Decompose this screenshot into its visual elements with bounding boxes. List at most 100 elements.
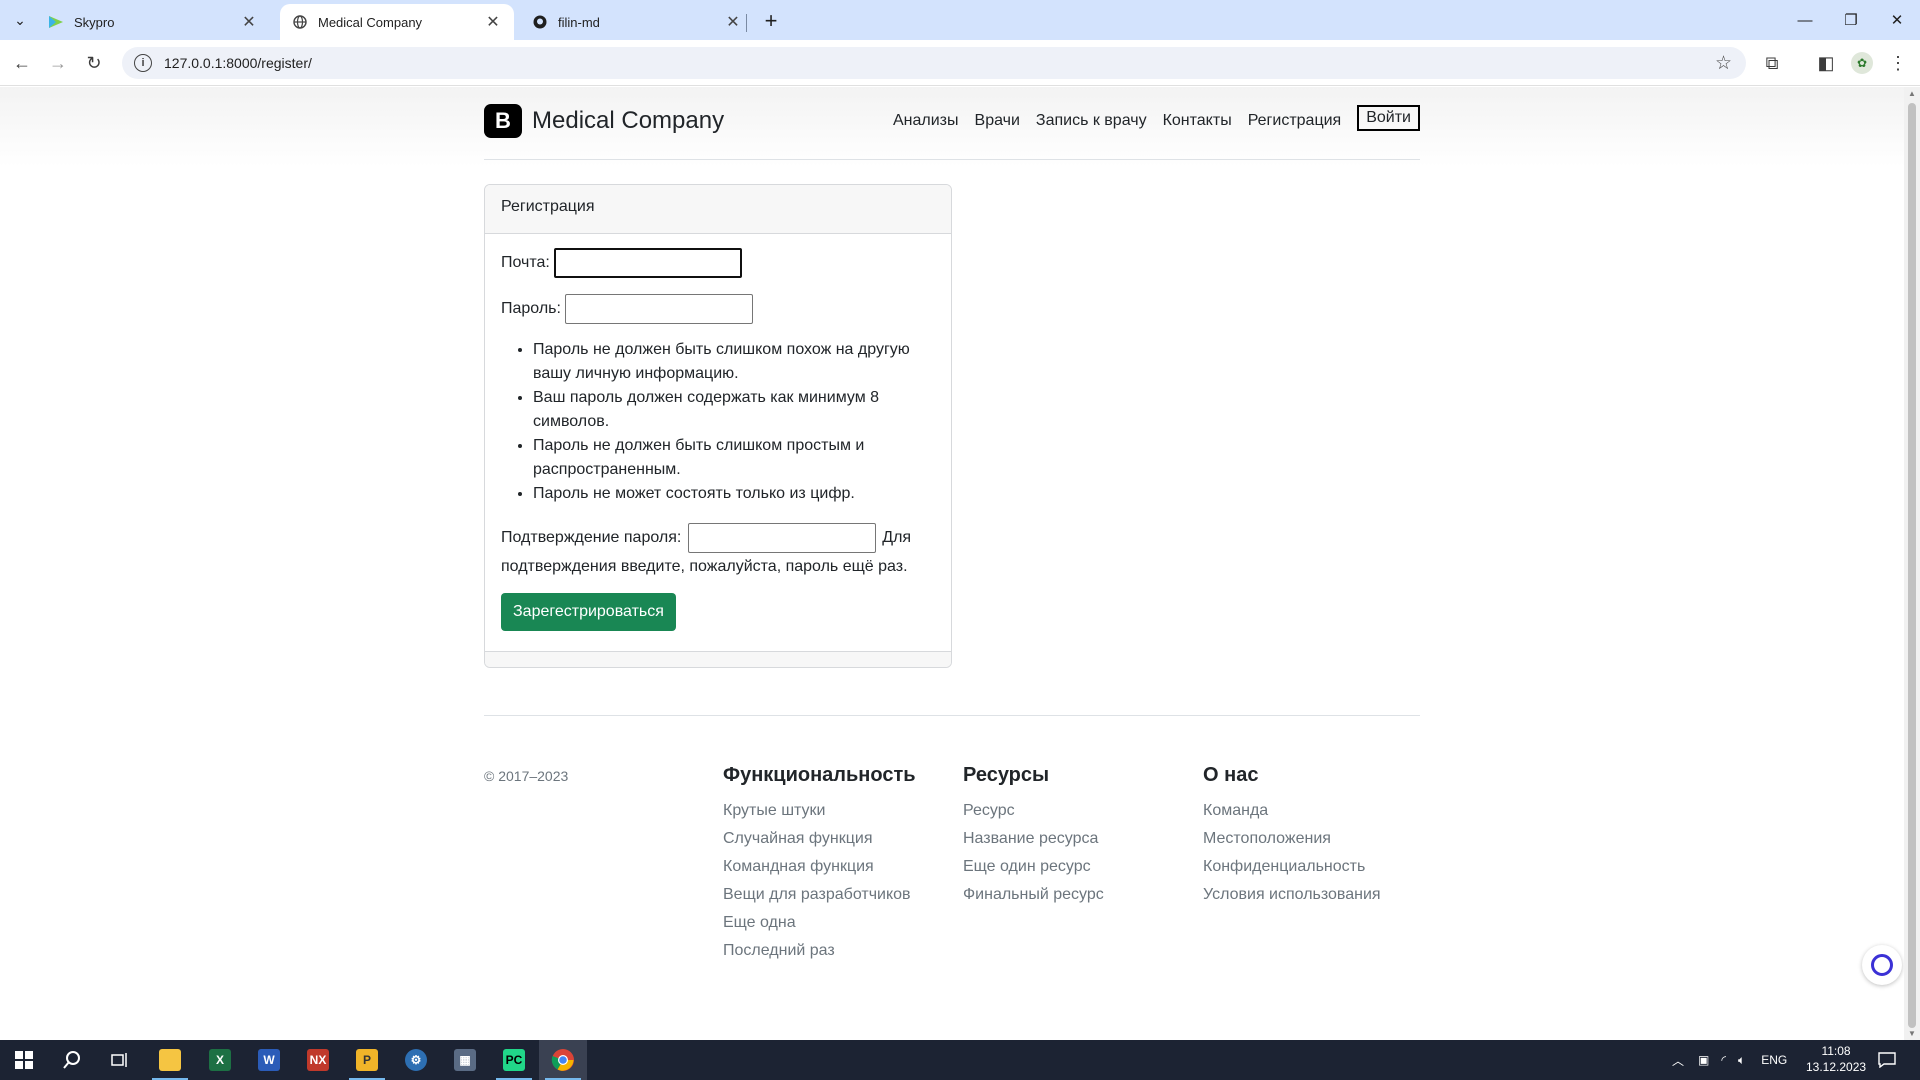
help-item: Пароль не должен быть слишком простым и … bbox=[533, 434, 935, 482]
register-submit-button[interactable]: Зарегестрироваться bbox=[501, 593, 676, 631]
taskbar-app-word[interactable]: W bbox=[245, 1040, 293, 1080]
password-label: Пароль: bbox=[501, 300, 561, 317]
page-viewport: B Medical Company Анализы Врачи Запись к… bbox=[0, 87, 1904, 1040]
footer-link[interactable]: Крутые штуки bbox=[723, 797, 916, 825]
wifi-icon[interactable]: ◜ bbox=[1721, 1053, 1726, 1067]
footer-link[interactable]: Команда bbox=[1203, 797, 1381, 825]
confirm-password-field[interactable] bbox=[687, 523, 876, 553]
footer-link[interactable]: Название ресурса bbox=[963, 825, 1104, 853]
calculator-icon: ▦ bbox=[454, 1049, 476, 1071]
tab-title: Medical Company bbox=[318, 14, 423, 30]
taskbar-app-calculator[interactable]: ▦ bbox=[441, 1040, 489, 1080]
card-footer bbox=[485, 651, 951, 667]
confirm-label: Подтверждение пароля: bbox=[501, 529, 682, 547]
url-text[interactable]: 127.0.0.1:8000/register/ bbox=[164, 55, 312, 71]
profile-icon: ✿ bbox=[1851, 52, 1873, 74]
scroll-down-icon[interactable]: ▼ bbox=[1908, 1029, 1916, 1038]
tab-search-icon[interactable]: ⌄ bbox=[8, 8, 32, 32]
assistant-bubble-button[interactable] bbox=[1862, 945, 1902, 985]
register-card: Регистрация Почта: Пароль: Пароль не дол… bbox=[484, 184, 952, 668]
footer-link[interactable]: Ресурс bbox=[963, 797, 1104, 825]
clock-time: 11:08 bbox=[1821, 1044, 1851, 1058]
presentation-icon: P bbox=[356, 1049, 378, 1071]
forward-icon[interactable]: → bbox=[44, 49, 72, 77]
notifications-icon[interactable] bbox=[1878, 1040, 1896, 1080]
footer-link[interactable]: Последний раз bbox=[723, 937, 916, 965]
nav-link-analyses[interactable]: Анализы bbox=[893, 112, 959, 130]
footer-link[interactable]: Командная функция bbox=[723, 853, 916, 881]
side-panel-icon[interactable]: ◧ bbox=[1812, 49, 1840, 77]
taskbar-app-excel[interactable]: X bbox=[196, 1040, 244, 1080]
skypro-icon bbox=[48, 14, 64, 30]
task-view-button[interactable] bbox=[96, 1040, 144, 1080]
system-tray: ︿ ▣ ◜ 🔈︎ ENG bbox=[1672, 1040, 1787, 1080]
footer-link[interactable]: Еще один ресурс bbox=[963, 853, 1104, 881]
close-icon[interactable]: ✕ bbox=[240, 13, 258, 31]
excel-icon: X bbox=[209, 1049, 231, 1071]
bootstrap-logo-icon: B bbox=[484, 104, 522, 138]
footer-link[interactable]: Условия использования bbox=[1203, 881, 1381, 909]
close-window-button[interactable]: ✕ bbox=[1874, 0, 1920, 40]
close-icon[interactable]: ✕ bbox=[724, 13, 742, 31]
globe-icon bbox=[292, 14, 308, 30]
site-info-icon[interactable]: i bbox=[134, 54, 152, 72]
tray-overflow-icon[interactable]: ︿ bbox=[1672, 1052, 1684, 1069]
footer-link[interactable]: Финальный ресурс bbox=[963, 881, 1104, 909]
minimize-button[interactable]: — bbox=[1782, 0, 1828, 40]
nav-link-doctors[interactable]: Врачи bbox=[975, 112, 1020, 130]
password-field[interactable] bbox=[564, 294, 753, 324]
login-button[interactable]: Войти bbox=[1357, 105, 1420, 131]
scroll-up-icon[interactable]: ▲ bbox=[1908, 89, 1916, 98]
card-title: Регистрация bbox=[485, 185, 951, 234]
address-bar[interactable]: i 127.0.0.1:8000/register/ ☆ bbox=[122, 47, 1746, 79]
system-clock[interactable]: 11:08 13.12.2023 bbox=[1806, 1043, 1866, 1075]
close-icon[interactable]: ✕ bbox=[484, 13, 502, 31]
github-icon bbox=[532, 14, 548, 30]
nav-link-contacts[interactable]: Контакты bbox=[1163, 112, 1232, 130]
brand[interactable]: B Medical Company bbox=[484, 104, 724, 138]
taskbar-app-vpn[interactable]: ⚙ bbox=[392, 1040, 440, 1080]
footer-link[interactable]: Вещи для разработчиков bbox=[723, 881, 916, 909]
camera-icon[interactable]: ▣ bbox=[1698, 1053, 1709, 1067]
task-view-icon bbox=[111, 1053, 127, 1067]
footer-link[interactable]: Местоположения bbox=[1203, 825, 1381, 853]
footer-link[interactable]: Еще одна bbox=[723, 909, 916, 937]
tab-skypro[interactable]: Skypro ✕ bbox=[36, 4, 270, 40]
taskbar-app-pycharm[interactable]: PC bbox=[490, 1040, 538, 1080]
language-indicator[interactable]: ENG bbox=[1761, 1053, 1787, 1067]
volume-icon[interactable]: 🔈︎ bbox=[1738, 1053, 1745, 1068]
footer-column-features: Функциональность Крутые штуки Случайная … bbox=[723, 764, 916, 965]
footer-heading: О нас bbox=[1203, 764, 1259, 786]
taskbar-app-file-explorer[interactable] bbox=[146, 1040, 194, 1080]
password-row: Пароль: bbox=[501, 294, 935, 324]
reload-icon[interactable]: ↻ bbox=[80, 49, 108, 77]
help-item: Пароль не может состоять только из цифр. bbox=[533, 482, 935, 506]
extensions-icon[interactable]: ⧉ bbox=[1758, 49, 1786, 77]
taskbar-app-nx[interactable]: NX bbox=[294, 1040, 342, 1080]
back-icon[interactable]: ← bbox=[8, 49, 36, 77]
search-button[interactable] bbox=[48, 1040, 96, 1080]
tab-filin-md[interactable]: filin-md ✕ bbox=[520, 4, 754, 40]
nav-link-register[interactable]: Регистрация bbox=[1248, 112, 1342, 130]
nav-link-appointment[interactable]: Запись к врачу bbox=[1036, 112, 1147, 130]
page-scrollbar[interactable]: ▲ ▼ bbox=[1904, 87, 1920, 1040]
taskbar-app-powerpoint[interactable]: P bbox=[343, 1040, 391, 1080]
new-tab-button[interactable]: + bbox=[758, 8, 784, 34]
confirm-row: Подтверждение пароля: Для подтверждения … bbox=[501, 523, 935, 580]
email-field[interactable] bbox=[553, 248, 742, 278]
password-help-list: Пароль не должен быть слишком похож на д… bbox=[533, 338, 935, 506]
menu-dots-icon[interactable]: ⋮ bbox=[1884, 49, 1912, 77]
tab-medical-company[interactable]: Medical Company ✕ bbox=[280, 4, 514, 40]
taskbar-app-chrome[interactable] bbox=[539, 1040, 587, 1080]
start-button[interactable] bbox=[0, 1040, 48, 1080]
folder-icon bbox=[159, 1049, 181, 1071]
restore-button[interactable]: ❐ bbox=[1828, 0, 1874, 40]
profile-avatar[interactable]: ✿ bbox=[1848, 49, 1876, 77]
windows-taskbar: X W NX P ⚙ ▦ PC ︿ ▣ ◜ 🔈︎ ENG 11:08 13.12… bbox=[0, 1040, 1920, 1080]
bookmark-star-icon[interactable]: ☆ bbox=[1715, 52, 1732, 75]
browser-tabstrip: ⌄ Skypro ✕ Medical Company ✕ filin-md ✕ … bbox=[0, 0, 1920, 40]
footer-link[interactable]: Случайная функция bbox=[723, 825, 916, 853]
brand-name[interactable]: Medical Company bbox=[532, 107, 724, 135]
footer-link[interactable]: Конфиденциальность bbox=[1203, 853, 1381, 881]
scrollbar-thumb[interactable] bbox=[1908, 103, 1916, 1028]
